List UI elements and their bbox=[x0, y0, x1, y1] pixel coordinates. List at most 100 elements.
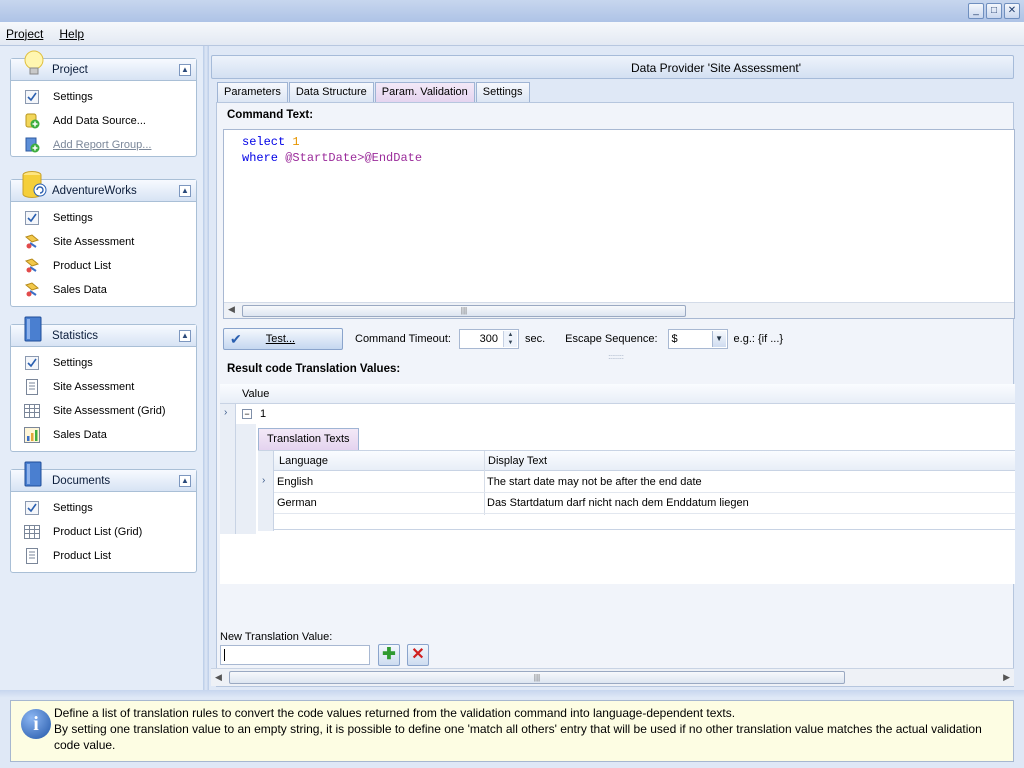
escape-sequence-dropdown[interactable]: $ ▼ bbox=[667, 329, 728, 349]
nav-item-product-list-grid[interactable]: Product List (Grid) bbox=[11, 520, 196, 544]
restore-button[interactable]: □ bbox=[986, 3, 1002, 19]
chevron-down-icon[interactable]: ▼ bbox=[711, 331, 726, 347]
add-button[interactable]: ✚ bbox=[378, 644, 400, 666]
code-parameter: @StartDate bbox=[285, 151, 358, 165]
tab-parameters[interactable]: Parameters bbox=[217, 82, 288, 102]
escape-sequence-label: Escape Sequence: bbox=[565, 333, 658, 345]
nav-item-product-list[interactable]: Product List bbox=[11, 544, 196, 568]
nav-item-add-data-source[interactable]: Add Data Source... bbox=[11, 109, 196, 133]
scroll-left-arrow-icon[interactable]: ◀ bbox=[228, 304, 235, 315]
scroll-thumb[interactable]: ||| bbox=[242, 305, 686, 317]
menu-help[interactable]: Help bbox=[59, 27, 84, 41]
info-icon: i bbox=[21, 709, 51, 739]
column-header-value[interactable]: Value bbox=[242, 388, 269, 400]
collapse-chevron-icon[interactable]: ▲ bbox=[179, 64, 191, 76]
translation-texts-grid: Language Display Text › English The star… bbox=[258, 450, 1015, 531]
scroll-left-arrow-icon[interactable]: ◀ bbox=[215, 672, 222, 683]
scroll-thumb[interactable]: ||| bbox=[229, 671, 845, 684]
document-icon bbox=[24, 379, 40, 395]
cell-display-text: Das Startdatum darf nicht nach dem Endda… bbox=[487, 497, 749, 509]
nav-item-add-report-group[interactable]: Add Report Group... bbox=[11, 133, 196, 157]
group-documents: Documents ▲ Settings Product List (Grid)… bbox=[10, 461, 197, 573]
info-splitter[interactable] bbox=[0, 690, 1024, 698]
nav-item-sales-data[interactable]: Sales Data bbox=[11, 423, 196, 447]
nav-item-product-list[interactable]: Product List bbox=[11, 254, 196, 278]
chart-icon bbox=[24, 427, 40, 443]
nav-item-sales-data[interactable]: Sales Data bbox=[11, 278, 196, 302]
nav-item-site-assessment[interactable]: Site Assessment bbox=[11, 230, 196, 254]
document-icon bbox=[24, 548, 40, 564]
info-line-1: Define a list of translation rules to co… bbox=[54, 706, 736, 720]
row-value: 1 bbox=[260, 408, 267, 420]
column-header-display-text[interactable]: Display Text bbox=[488, 455, 547, 467]
collapse-chevron-icon[interactable]: ▲ bbox=[179, 475, 191, 487]
delete-button[interactable]: ✕ bbox=[407, 644, 429, 666]
group-title: Documents bbox=[52, 475, 111, 487]
group-statistics: Statistics ▲ Settings Site Assessment Si… bbox=[10, 316, 197, 452]
command-timeout-label: Command Timeout: bbox=[355, 333, 451, 345]
column-header-language[interactable]: Language bbox=[279, 455, 328, 467]
table-row[interactable]: German Das Startdatum darf nicht nach de… bbox=[274, 493, 1015, 514]
lightbulb-icon bbox=[21, 49, 47, 79]
collapse-row-icon[interactable]: − bbox=[242, 409, 252, 419]
code-parameter: @EndDate bbox=[364, 151, 423, 165]
group-adventureworks: AdventureWorks ▲ Settings Site Assessmen… bbox=[10, 171, 197, 307]
main-horizontal-scrollbar[interactable]: ◀ ||| ▶ bbox=[211, 668, 1014, 686]
book-icon bbox=[21, 460, 47, 490]
tab-settings[interactable]: Settings bbox=[475, 82, 530, 102]
table-row[interactable]: English The start date may not be after … bbox=[274, 472, 1015, 493]
grid-icon bbox=[24, 403, 40, 419]
plus-icon: ✚ bbox=[382, 646, 396, 663]
spinner-arrows-icon[interactable]: ▲ ▼ bbox=[502, 331, 517, 347]
nav-item-settings[interactable]: Settings bbox=[11, 85, 196, 109]
menu-bar: Project Help bbox=[0, 22, 1024, 46]
checkmark-icon: ✔ bbox=[230, 330, 242, 347]
nav-item-site-assessment[interactable]: Site Assessment bbox=[11, 375, 196, 399]
test-button[interactable]: ✔ Test... bbox=[223, 328, 343, 350]
add-report-group-icon bbox=[24, 137, 40, 153]
table-row[interactable]: − 1 bbox=[236, 404, 266, 424]
text-caret bbox=[224, 649, 225, 661]
settings-checklist-icon bbox=[24, 355, 40, 371]
escape-sequence-value: $ bbox=[671, 333, 678, 345]
detail-row-selector bbox=[258, 451, 274, 531]
nav-item-settings[interactable]: Settings bbox=[11, 496, 196, 520]
info-panel: i Define a list of translation rules to … bbox=[10, 700, 1014, 762]
horizontal-splitter[interactable]: :::::::: bbox=[217, 354, 1015, 361]
cell-language: German bbox=[277, 497, 317, 509]
data-provider-icon bbox=[24, 282, 40, 298]
tab-data-structure[interactable]: Data Structure bbox=[288, 82, 374, 102]
settings-checklist-icon bbox=[24, 210, 40, 226]
group-header-project[interactable]: Project ▲ bbox=[11, 50, 196, 81]
group-project: Project ▲ Settings Add Data Source... Ad… bbox=[10, 50, 197, 157]
data-provider-icon bbox=[24, 258, 40, 274]
group-header-adventureworks[interactable]: AdventureWorks ▲ bbox=[11, 171, 196, 202]
new-translation-value-input[interactable] bbox=[220, 645, 370, 665]
editor-horizontal-scrollbar[interactable]: ◀ ||| bbox=[224, 302, 1014, 318]
detail-indent bbox=[236, 424, 256, 534]
command-toolbar: ✔ Test... Command Timeout: 300 ▲ ▼ sec. E… bbox=[223, 327, 1015, 351]
nav-item-settings[interactable]: Settings bbox=[11, 206, 196, 230]
code-text[interactable]: select 1 where @StartDate>@EndDate bbox=[242, 134, 422, 166]
menu-project[interactable]: Project bbox=[6, 27, 43, 41]
translation-values-grid: Value › − 1 Translation Texts Language D… bbox=[220, 384, 1015, 584]
cell-display-text: The start date may not be after the end … bbox=[487, 476, 702, 488]
group-header-documents[interactable]: Documents ▲ bbox=[11, 461, 196, 492]
vertical-splitter[interactable] bbox=[203, 46, 209, 690]
scroll-right-arrow-icon[interactable]: ▶ bbox=[1003, 672, 1010, 683]
tab-param-validation[interactable]: Param. Validation bbox=[374, 82, 475, 103]
main-content: Data Provider 'Site Assessment' Paramete… bbox=[211, 55, 1015, 687]
minimize-button[interactable]: _ bbox=[968, 3, 984, 19]
command-text-editor[interactable]: select 1 where @StartDate>@EndDate ◀ ||| bbox=[223, 129, 1015, 319]
collapse-chevron-icon[interactable]: ▲ bbox=[179, 185, 191, 197]
new-translation-value-label: New Translation Value: bbox=[220, 631, 333, 643]
collapse-chevron-icon[interactable]: ▲ bbox=[179, 330, 191, 342]
nav-item-settings[interactable]: Settings bbox=[11, 351, 196, 375]
database-icon bbox=[21, 170, 47, 200]
close-button[interactable]: ✕ bbox=[1004, 3, 1020, 19]
group-header-statistics[interactable]: Statistics ▲ bbox=[11, 316, 196, 347]
command-timeout-spinner[interactable]: 300 ▲ ▼ bbox=[458, 329, 519, 349]
code-keyword: where bbox=[242, 151, 279, 165]
nav-item-site-assessment-grid[interactable]: Site Assessment (Grid) bbox=[11, 399, 196, 423]
tab-translation-texts[interactable]: Translation Texts bbox=[258, 428, 359, 450]
